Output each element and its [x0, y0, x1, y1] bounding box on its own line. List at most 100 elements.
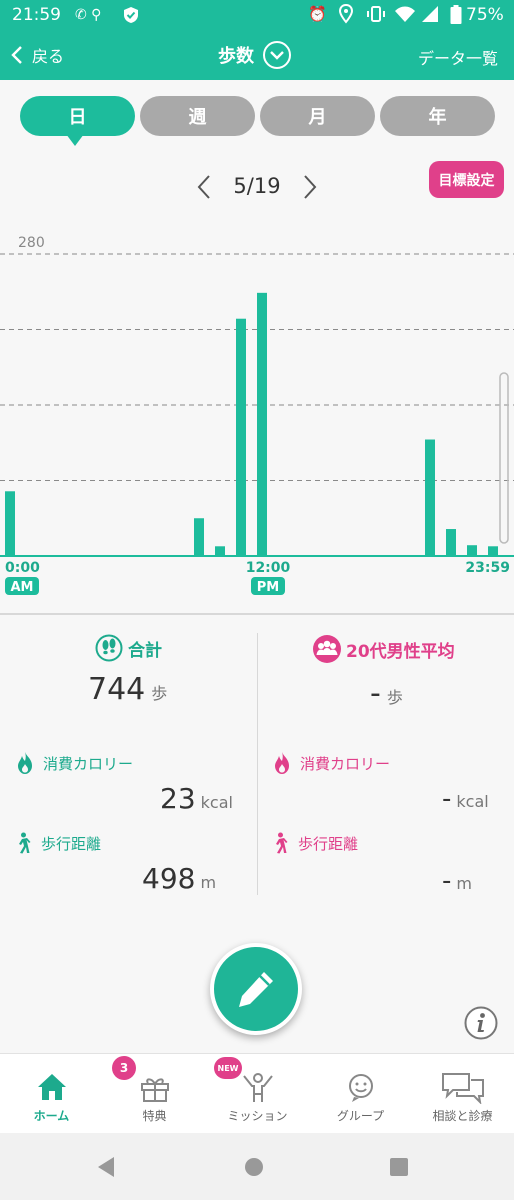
bar-hour-0[interactable] [5, 491, 15, 556]
tab-day[interactable]: 日 [20, 96, 135, 136]
walking-icon [276, 832, 288, 854]
tab-month[interactable]: 月 [260, 96, 375, 136]
total-calories-label-row: 消費カロリー [15, 751, 133, 775]
notification-icons: ✆ ⚲ [75, 7, 102, 23]
nav-missions-label: ミッション [227, 1109, 288, 1123]
back-button[interactable]: 戻る [10, 40, 64, 70]
tab-year[interactable]: 年 [380, 96, 495, 136]
bar-hour-12[interactable] [257, 292, 267, 556]
nav-benefits-label: 特典 [142, 1109, 167, 1123]
average-calories-unit: kcal [456, 792, 489, 811]
bar-hour-9[interactable] [194, 518, 204, 556]
average-distance-label-row: 歩行距離 [272, 832, 358, 854]
nav-benefits[interactable]: 3 特典 [103, 1054, 206, 1134]
active-tab-pointer [66, 134, 84, 146]
x-tick-badge-1: PM [257, 580, 279, 595]
bar-hour-22[interactable] [467, 545, 477, 556]
page-title: 歩数 [218, 46, 254, 67]
average-summary: 20代男性平均 - 歩 消費カロリー - kcal 歩行距離 - m [258, 618, 514, 908]
status-time: 21:59 [12, 5, 61, 25]
nav-consult-label: 相談と診療 [432, 1109, 493, 1123]
consult-icon [442, 1073, 484, 1104]
steps-chart: 280 0:00 AM 12:00 PM 23:59 [0, 235, 514, 595]
footprints-icon [95, 634, 123, 662]
total-distance-row: 498 m [142, 862, 216, 895]
mission-icon [243, 1073, 273, 1102]
prev-date-button[interactable] [192, 172, 216, 202]
average-distance-label: 歩行距離 [298, 834, 359, 853]
x-tick-label-0: 0:00 [5, 560, 40, 576]
system-home-icon[interactable] [244, 1157, 264, 1177]
group-people-icon [313, 635, 341, 663]
scroll-indicator[interactable] [499, 372, 509, 544]
missions-new-badge: NEW [214, 1057, 242, 1079]
back-label: 戻る [32, 47, 65, 66]
data-list-button[interactable]: データ一覧 [418, 45, 498, 69]
vibrate-icon [366, 5, 386, 23]
average-steps-unit: 歩 [386, 688, 403, 707]
section-divider [0, 613, 514, 615]
record-button[interactable] [210, 943, 302, 1035]
pencil-icon [239, 972, 273, 1007]
total-calories-row: 23 kcal [160, 782, 233, 815]
y-axis-max-label: 280 [18, 235, 45, 251]
bar-hour-11[interactable] [236, 318, 246, 556]
info-button[interactable] [464, 1006, 498, 1040]
walking-icon [19, 832, 31, 854]
info-icon [464, 1006, 498, 1040]
x-tick-label-2: 23:59 [465, 560, 510, 576]
tab-week[interactable]: 週 [140, 96, 255, 136]
gift-icon [141, 1078, 169, 1102]
average-calories-label-row: 消費カロリー [272, 751, 390, 775]
total-steps-row: 744 歩 [88, 672, 167, 707]
nav-missions[interactable]: NEW ミッション [206, 1054, 309, 1134]
average-calories-row: - kcal [442, 784, 489, 814]
total-steps-value: 744 [88, 672, 146, 707]
total-distance-value: 498 [142, 862, 196, 895]
wifi-icon [394, 5, 416, 23]
bar-hour-23[interactable] [488, 546, 498, 556]
average-title-row: 20代男性平均 [312, 634, 455, 664]
total-calories-unit: kcal [200, 793, 233, 812]
next-date-button[interactable] [298, 172, 322, 202]
status-bar: 21:59 ✆ ⚲ ⏰ 75% [0, 0, 514, 30]
nav-home[interactable]: ホーム [0, 1054, 103, 1134]
system-nav-bar [0, 1133, 514, 1200]
total-calories-label: 消費カロリー [43, 754, 134, 773]
total-distance-label: 歩行距離 [41, 834, 102, 853]
x-tick-label-1: 12:00 [246, 560, 291, 576]
total-title-row: 合計 [95, 634, 162, 662]
signal-icon [421, 5, 439, 23]
x-tick-badge-0: AM [11, 580, 34, 595]
chevron-down-circle-icon [263, 41, 291, 69]
total-title: 合計 [128, 640, 162, 661]
battery-percent: 75% [466, 5, 504, 25]
average-steps-row: - 歩 [370, 676, 403, 711]
nav-group[interactable]: グループ [309, 1054, 412, 1134]
chevron-left-icon [11, 46, 22, 64]
bar-hour-21[interactable] [446, 529, 456, 556]
bar-hour-10[interactable] [215, 546, 225, 556]
system-recents-icon[interactable] [390, 1158, 408, 1176]
bar-hour-20[interactable] [425, 439, 435, 556]
battery-icon [450, 5, 462, 25]
total-calories-value: 23 [160, 782, 196, 815]
home-icon [38, 1074, 66, 1100]
system-back-icon[interactable] [96, 1156, 116, 1178]
total-distance-label-row: 歩行距離 [15, 832, 101, 854]
average-calories-value: - [442, 784, 452, 814]
total-distance-unit: m [200, 873, 217, 892]
app-header: 戻る 歩数 データ一覧 [0, 30, 514, 80]
goal-setting-button[interactable]: 目標設定 [429, 161, 504, 198]
flame-icon [18, 752, 32, 774]
benefits-badge: 3 [112, 1056, 136, 1080]
average-distance-unit: m [456, 874, 472, 893]
location-icon [338, 3, 354, 24]
nav-consult[interactable]: 相談と診療 [411, 1054, 514, 1134]
nav-group-label: グループ [336, 1109, 385, 1123]
average-calories-label: 消費カロリー [300, 754, 391, 773]
metric-selector[interactable]: 歩数 [218, 39, 292, 71]
alarm-icon: ⏰ [308, 5, 327, 23]
average-distance-value: - [442, 866, 452, 896]
current-date: 5/19 [233, 174, 281, 198]
